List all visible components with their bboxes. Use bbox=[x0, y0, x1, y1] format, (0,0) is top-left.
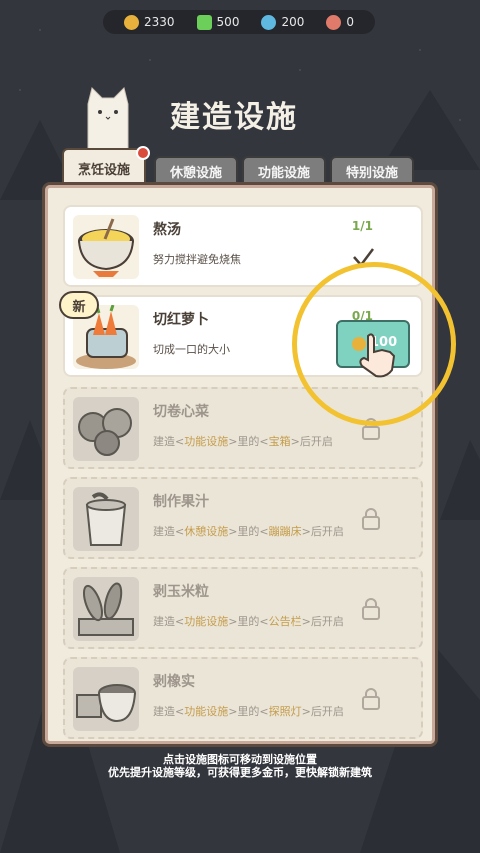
page-title: 建造设施 bbox=[170, 100, 298, 135]
facility-desc: 切成一口的大小 bbox=[153, 343, 230, 356]
tab-label: 特别设施 bbox=[345, 165, 398, 181]
resource-bar: 2330 500 200 0 bbox=[103, 10, 375, 34]
facility-name: 切红萝卜 bbox=[153, 312, 209, 328]
coins-value: 2330 bbox=[144, 15, 175, 29]
facility-name: 剥玉米粒 bbox=[153, 584, 209, 600]
tab-label: 休憩设施 bbox=[169, 165, 222, 181]
acorn-bowl-icon bbox=[73, 667, 139, 731]
lock-icon bbox=[362, 688, 380, 710]
facility-desc: 努力搅拌避免烧焦 bbox=[153, 253, 241, 266]
facility-card-cabbage[interactable]: 切卷心菜 建造<功能设施>里的<宝箱>后开启 bbox=[63, 387, 423, 469]
facility-panel: 熬汤 努力搅拌避免烧焦 1/1 新 切红萝卜 切成一口的大小 0/1 切卷心菜 … bbox=[42, 182, 438, 747]
energy-value: 500 bbox=[216, 15, 240, 29]
gem-icon bbox=[261, 14, 277, 30]
resource-coins: 2330 bbox=[124, 14, 175, 30]
new-badge: 新 bbox=[59, 291, 99, 319]
checkmark-icon bbox=[353, 248, 374, 267]
cabbage-icon bbox=[73, 397, 139, 461]
facility-name: 剥橡实 bbox=[153, 674, 195, 690]
pointing-hand-icon bbox=[359, 333, 396, 378]
hint-line-1: 点击设施图标可移动到设施位置 bbox=[163, 753, 317, 766]
tab-label: 烹饪设施 bbox=[77, 162, 130, 178]
tab-label: 功能设施 bbox=[257, 165, 310, 181]
facility-name: 熬汤 bbox=[153, 222, 181, 238]
corn-icon bbox=[73, 577, 139, 641]
notification-dot-icon bbox=[136, 146, 150, 160]
resource-energy: 500 bbox=[196, 14, 240, 30]
gems-value: 200 bbox=[281, 15, 305, 29]
lock-icon bbox=[362, 598, 380, 620]
hint-line-2: 优先提升设施等级，可获得更多金币，更快解锁新建筑 bbox=[108, 766, 372, 779]
facility-card-soup[interactable]: 熬汤 努力搅拌避免烧焦 1/1 bbox=[63, 205, 423, 287]
facility-desc: 建造<功能设施>里的<探照灯>后开启 bbox=[153, 705, 344, 718]
cat-mascot-icon bbox=[87, 87, 129, 154]
hint-text: 点击设施图标可移动到设施位置 优先提升设施等级，可获得更多金币，更快解锁新建筑 bbox=[0, 753, 480, 779]
lightning-icon bbox=[196, 14, 212, 30]
facility-count: 1/1 bbox=[351, 219, 373, 233]
resource-gems: 200 bbox=[261, 14, 305, 30]
soup-pot-icon bbox=[73, 215, 139, 279]
facility-desc: 建造<功能设施>里的<公告栏>后开启 bbox=[153, 615, 344, 628]
facility-card-acorn[interactable]: 剥橡实 建造<功能设施>里的<探照灯>后开启 bbox=[63, 657, 423, 739]
resource-mushrooms: 0 bbox=[326, 14, 354, 30]
lock-icon bbox=[362, 418, 380, 440]
facility-card-juice[interactable]: 制作果汁 建造<休憩设施>里的<蹦蹦床>后开启 bbox=[63, 477, 423, 559]
facility-card-corn[interactable]: 剥玉米粒 建造<功能设施>里的<公告栏>后开启 bbox=[63, 567, 423, 649]
facility-name: 切卷心菜 bbox=[153, 404, 209, 420]
facility-name: 制作果汁 bbox=[153, 494, 209, 510]
mushrooms-value: 0 bbox=[346, 15, 354, 29]
lock-icon bbox=[362, 508, 380, 530]
mushroom-icon bbox=[326, 14, 342, 30]
coin-icon bbox=[124, 14, 139, 30]
facility-desc: 建造<休憩设施>里的<蹦蹦床>后开启 bbox=[153, 525, 344, 538]
facility-desc: 建造<功能设施>里的<宝箱>后开启 bbox=[153, 435, 333, 448]
juice-cup-icon bbox=[73, 487, 139, 551]
